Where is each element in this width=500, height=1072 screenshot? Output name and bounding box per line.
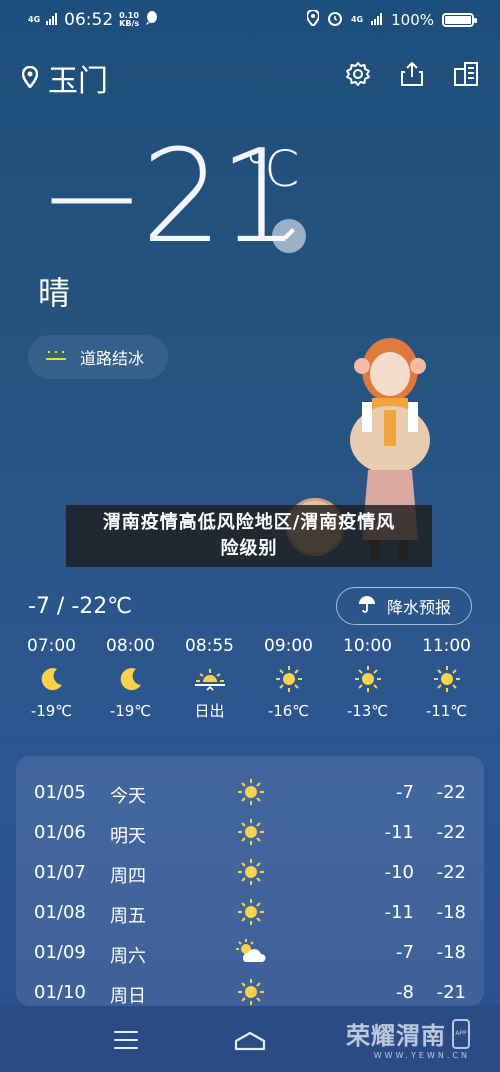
- ice-icon: [46, 348, 66, 367]
- day-date: 01/05: [34, 782, 86, 803]
- banner-line-2: 险级别: [220, 538, 278, 559]
- day-weekday: 今天: [110, 786, 146, 807]
- alarm-icon: [327, 10, 343, 30]
- navigation-bar: 荣耀渭南 APP WWW.YEWN.CN: [0, 1006, 500, 1072]
- moon-icon: [39, 658, 65, 700]
- sun-icon: [433, 658, 461, 700]
- day-low: -22: [436, 822, 466, 843]
- moon-icon: [118, 658, 144, 700]
- signal-icon: [46, 11, 58, 29]
- site-watermark: 荣耀渭南 APP WWW.YEWN.CN: [346, 1016, 470, 1060]
- sun-icon: [234, 816, 268, 848]
- edit-button[interactable]: [272, 219, 306, 253]
- day-date: 01/10: [34, 982, 86, 1003]
- menu-icon[interactable]: [114, 1031, 138, 1055]
- day-date: 01/07: [34, 862, 86, 883]
- share-icon[interactable]: [396, 58, 428, 90]
- rain-forecast-button[interactable]: 降水预报: [336, 587, 472, 625]
- hour-item: 08:00 -19℃: [106, 636, 155, 720]
- hour-item: 08:55 日出: [185, 636, 234, 720]
- temperature-unit: ℃: [244, 140, 301, 198]
- sun-icon: [234, 776, 268, 808]
- day-high: -7: [396, 782, 414, 803]
- sun-icon: [234, 976, 268, 1008]
- app-phone-icon: APP: [452, 1018, 470, 1049]
- network-speed: 0.10 KB/s: [119, 11, 140, 28]
- day-low: -22: [436, 782, 466, 803]
- day-low: -22: [436, 862, 466, 883]
- alert-label: 道路结冰: [80, 349, 145, 368]
- day-weekday: 周五: [110, 906, 146, 927]
- network-indicator: 4G: [28, 15, 41, 24]
- daily-row[interactable]: 01/08 周五 -11 -18: [16, 892, 484, 932]
- network-indicator-right: 4G: [350, 15, 364, 24]
- status-bar: 4G 06:52 0.10 KB/s 4G 100%: [0, 8, 500, 32]
- sun-icon: [234, 896, 268, 928]
- daily-row[interactable]: 01/06 明天 -11 -22: [16, 812, 484, 852]
- hour-item: 09:00 -16℃: [264, 636, 313, 720]
- article-title-overlay: 渭南疫情高低风险地区/渭南疫情风 险级别: [66, 505, 432, 567]
- banner-line-1: 渭南疫情高低风险地区/渭南疫情风: [102, 512, 396, 533]
- city-name: 玉门: [48, 64, 108, 99]
- day-low: -18: [436, 942, 466, 963]
- day-high: -11: [384, 902, 414, 923]
- daily-row[interactable]: 01/05 今天 -7 -22: [16, 772, 484, 812]
- pencil-icon: [280, 225, 298, 247]
- location-icon: [21, 61, 39, 96]
- signal-icon-right: [371, 11, 383, 29]
- header: 玉门: [21, 56, 482, 99]
- day-high: -10: [384, 862, 414, 883]
- sun-icon: [234, 856, 268, 888]
- weather-condition: 晴: [38, 274, 71, 312]
- partly-cloudy-icon: [234, 936, 268, 968]
- day-date: 01/08: [34, 902, 86, 923]
- hour-item: 11:00 -11℃: [422, 636, 471, 720]
- sun-icon: [275, 658, 303, 700]
- settings-icon[interactable]: [342, 58, 374, 90]
- daily-row[interactable]: 01/09 周六 -7 -18: [16, 932, 484, 972]
- day-date: 01/09: [34, 942, 86, 963]
- watermark-url: WWW.YEWN.CN: [373, 1051, 470, 1060]
- city-list-icon[interactable]: [450, 58, 482, 90]
- hour-item: 10:00 -13℃: [343, 636, 392, 720]
- daily-row[interactable]: 01/07 周四 -10 -22: [16, 852, 484, 892]
- day-low: -21: [436, 982, 466, 1003]
- day-high: -7: [396, 942, 414, 963]
- day-weekday: 周日: [110, 986, 146, 1007]
- sunrise-icon: [194, 658, 225, 700]
- day-weekday: 周六: [110, 946, 146, 967]
- umbrella-icon: [357, 594, 377, 618]
- day-weekday: 周四: [110, 866, 146, 887]
- clock: 06:52: [64, 10, 114, 30]
- weather-alert-chip[interactable]: 道路结冰: [28, 335, 168, 379]
- today-range: -7 / -22℃: [28, 594, 132, 619]
- location-status-icon: [305, 8, 320, 30]
- watermark-title: 荣耀渭南: [346, 1022, 446, 1050]
- hourly-forecast[interactable]: 07:00 -19℃ 08:00 -19℃ 08:55 日出 09:00 -16…: [12, 634, 488, 730]
- hour-item: 07:00 -19℃: [27, 636, 76, 720]
- home-icon[interactable]: [233, 1030, 267, 1056]
- day-high: -11: [384, 822, 414, 843]
- day-date: 01/06: [34, 822, 86, 843]
- sun-icon: [354, 658, 382, 700]
- city-selector[interactable]: 玉门: [21, 56, 108, 100]
- daily-forecast-card[interactable]: 01/05 今天 -7 -22 01/06 明天 -11 -22 01/07 周…: [16, 756, 484, 1008]
- day-weekday: 明天: [110, 826, 146, 847]
- battery-icon: [442, 13, 477, 27]
- rain-forecast-label: 降水预报: [386, 598, 451, 617]
- battery-percent: 100%: [391, 11, 434, 29]
- chat-icon: [145, 10, 159, 30]
- day-low: -18: [436, 902, 466, 923]
- day-high: -8: [396, 982, 414, 1003]
